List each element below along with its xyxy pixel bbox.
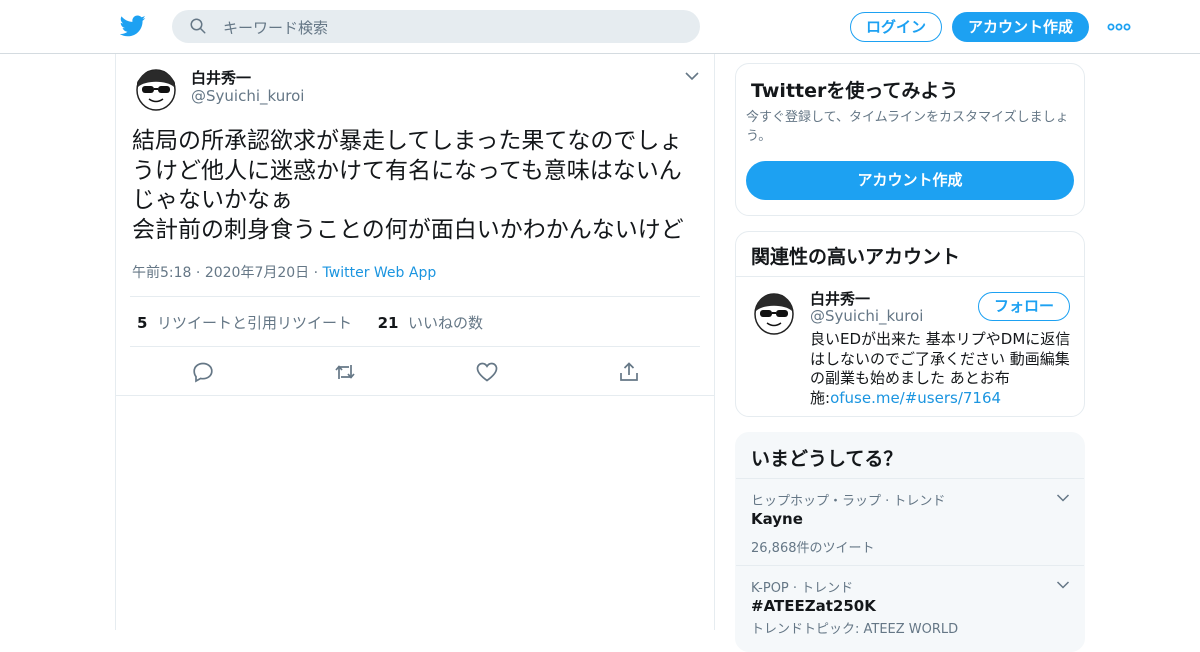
signup-card-button[interactable]: アカウント作成: [746, 161, 1074, 200]
divider: [736, 276, 1084, 277]
tweet-text: 結局の所承認欲求が暴走してしまった果てなのでしょうけど他人に迷惑かけて有名になっ…: [132, 128, 684, 243]
retweet-stat[interactable]: 5 リツイートと引用リツイート: [137, 314, 352, 332]
related-account-name[interactable]: 白井秀一: [810, 288, 870, 309]
tweet-timestamp: 午前5:18 · 2020年7月20日 · Twitter Web App: [132, 262, 436, 282]
search-bar[interactable]: キーワード検索: [172, 10, 700, 43]
search-input[interactable]: キーワード検索: [223, 17, 328, 38]
trends-title: いまどうしてる？: [751, 448, 903, 470]
search-icon: [190, 18, 206, 34]
divider: [736, 478, 1084, 479]
tweet-time[interactable]: 午前5:18: [132, 265, 191, 281]
chevron-down-icon[interactable]: [1056, 580, 1070, 590]
divider: [130, 346, 700, 347]
more-dots-icon[interactable]: [1107, 22, 1131, 32]
signup-button[interactable]: アカウント作成: [952, 12, 1089, 42]
retweet-icon[interactable]: [333, 360, 357, 384]
twitter-bird-icon[interactable]: [120, 13, 146, 39]
author-name[interactable]: 白井秀一: [191, 67, 251, 88]
author-handle[interactable]: @Syuichi_kuroi: [191, 87, 304, 105]
share-icon[interactable]: [617, 360, 641, 384]
trend-context: ヒップホップ・ラップ · トレンド: [751, 494, 946, 509]
trend-topic: トレンドトピック: ATEEZ WORLD: [751, 622, 959, 637]
top-navigation-bar: キーワード検索 ログイン アカウント作成: [0, 0, 1200, 54]
trend-name[interactable]: #ATEEZat250K: [751, 597, 876, 615]
like-stat[interactable]: 21 いいねの数: [378, 314, 483, 332]
tweet-stats: 5 リツイートと引用リツイート 21 いいねの数: [137, 312, 483, 333]
chevron-down-icon[interactable]: [684, 70, 700, 82]
divider: [116, 395, 714, 396]
tweet-date[interactable]: 2020年7月20日: [205, 265, 309, 281]
bio-link[interactable]: ofuse.me/#users/7164: [830, 389, 1001, 407]
related-account-handle[interactable]: @Syuichi_kuroi: [810, 307, 923, 325]
login-button[interactable]: ログイン: [850, 12, 942, 42]
heart-icon[interactable]: [475, 360, 499, 384]
trends-card: いまどうしてる？ ヒップホップ・ラップ · トレンド Kayne 26,868件…: [735, 432, 1085, 652]
signup-card-title: Twitterを使ってみよう: [751, 80, 959, 102]
chevron-down-icon[interactable]: [1056, 493, 1070, 503]
trend-name[interactable]: Kayne: [751, 510, 803, 528]
follow-button[interactable]: フォロー: [978, 292, 1070, 321]
avatar[interactable]: [134, 63, 178, 111]
tweet-source[interactable]: Twitter Web App: [323, 265, 437, 281]
signup-card: Twitterを使ってみよう 今すぐ登録して、タイムラインをカスタマイズしましょ…: [735, 63, 1085, 216]
related-accounts-card: 関連性の高いアカウント 白井秀一 @Syuichi_kuroi フォロー 良いE…: [735, 231, 1085, 417]
separator-dot: ·: [195, 265, 205, 281]
signup-card-description: 今すぐ登録して、タイムラインをカスタマイズしましょう。: [746, 110, 1069, 144]
separator-dot: ·: [313, 265, 323, 281]
related-account-bio: 良いEDが出来た 基本リプやDMに返信はしないのでご了承ください 動画編集の副業…: [810, 330, 1071, 407]
tweet-column: 白井秀一 @Syuichi_kuroi 結局の所承認欲求が暴走してしまった果てな…: [115, 54, 715, 630]
divider: [736, 565, 1084, 566]
tweet-actions: [116, 354, 714, 394]
reply-icon[interactable]: [191, 360, 215, 384]
divider: [130, 296, 700, 297]
related-accounts-title: 関連性の高いアカウント: [751, 246, 961, 268]
avatar[interactable]: [752, 286, 796, 336]
trend-tweet-count: 26,868件のツイート: [751, 541, 875, 556]
trend-context: K-POP · トレンド: [751, 581, 854, 596]
